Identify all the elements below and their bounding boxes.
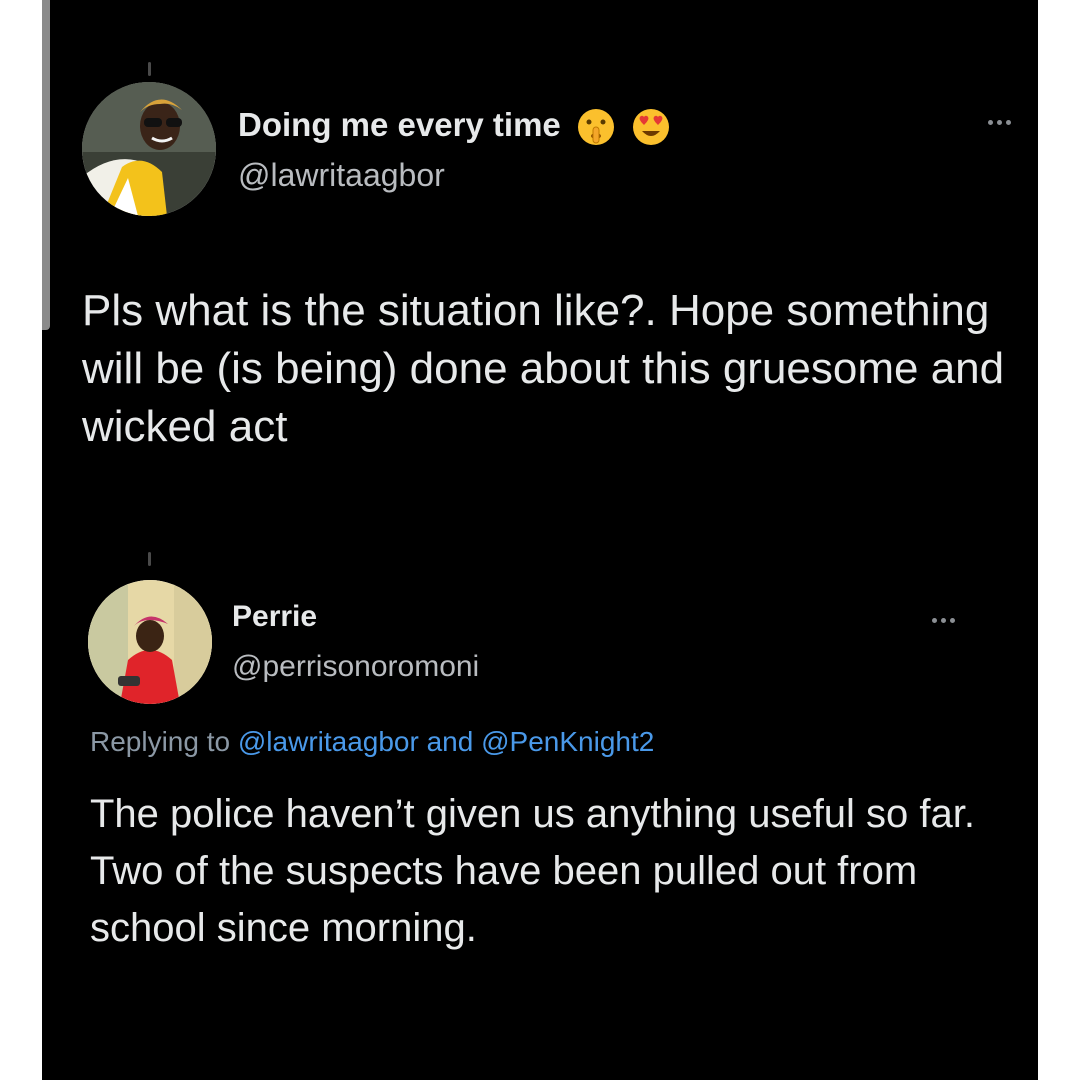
tweet-parent: Doing me every time @lawritaagbor Pls wh…: [42, 0, 1038, 520]
replying-to-label: Replying to: [90, 726, 238, 757]
handle[interactable]: @lawritaagbor: [238, 157, 445, 194]
more-options-icon[interactable]: [932, 618, 955, 623]
more-options-icon[interactable]: [988, 120, 1011, 125]
shushing-face-emoji-icon: [577, 109, 614, 146]
avatar-photo: [88, 580, 212, 704]
tweet-screen: Doing me every time @lawritaagbor Pls wh…: [42, 0, 1038, 1080]
avatar-photo: [82, 82, 216, 216]
display-name[interactable]: Doing me every time: [238, 106, 671, 147]
tweet-text: The police haven’t given us anything use…: [90, 792, 975, 950]
avatar[interactable]: [88, 580, 212, 704]
avatar[interactable]: [82, 82, 216, 216]
mention-separator: and: [418, 726, 482, 757]
handle[interactable]: @perrisonoromoni: [232, 650, 479, 684]
tweet-text: Pls what is the situation like?. Hope so…: [82, 286, 1005, 452]
display-name[interactable]: Perrie: [232, 600, 317, 634]
display-name-text: Doing me every time: [238, 106, 561, 143]
scroll-indicator: [42, 0, 50, 330]
tweet-reply: Perrie @perrisonoromoni Replying to @law…: [42, 560, 1038, 1080]
mention-link[interactable]: @PenKnight2: [481, 726, 654, 757]
replying-to: Replying to @lawritaagbor and @PenKnight…: [90, 726, 654, 758]
mention-link[interactable]: @lawritaagbor: [238, 726, 419, 757]
heart-eyes-emoji-icon: [633, 109, 670, 146]
